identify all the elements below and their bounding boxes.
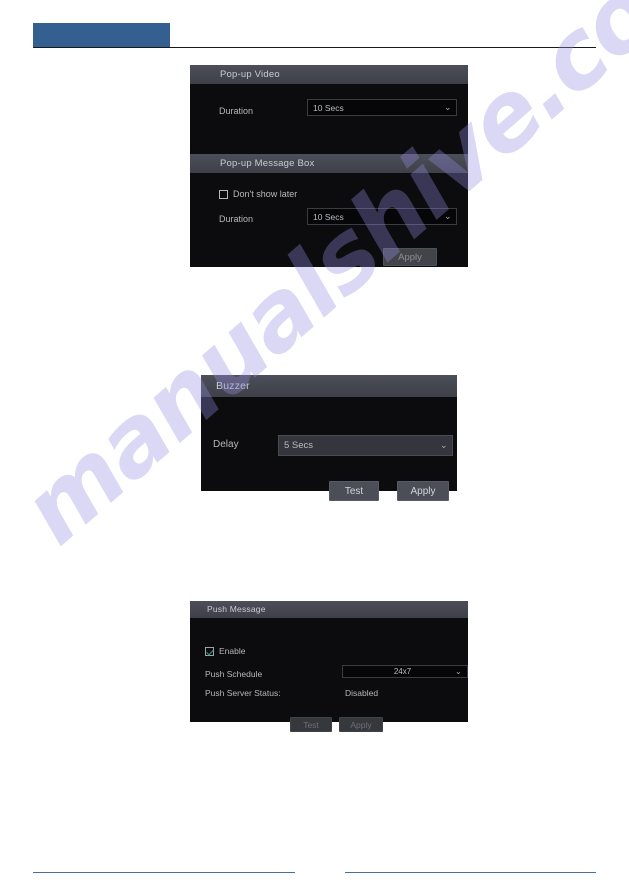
popup-message-box-section-body: Don't show later Duration 10 Secs ⌄ Appl… [190, 173, 468, 286]
chevron-down-icon: ⌄ [440, 439, 448, 450]
popup-video-section-title: Pop-up Video [190, 65, 468, 84]
push-schedule-select[interactable]: 24x7 ⌄ [342, 665, 468, 678]
push-server-status-label: Push Server Status: [205, 688, 281, 698]
dont-show-later-label: Don't show later [233, 189, 298, 199]
popup-message-duration-select[interactable]: 10 Secs ⌄ [307, 208, 457, 225]
buzzer-test-button[interactable]: Test [329, 481, 379, 501]
popup-settings-panel: Pop-up Video Duration 10 Secs ⌄ Pop-up M… [190, 65, 468, 267]
chevron-down-icon: ⌄ [455, 666, 462, 676]
push-message-panel: Push Message Enable Push Schedule 24x7 ⌄… [190, 601, 468, 732]
popup-message-duration-value: 10 Secs [313, 211, 344, 222]
push-schedule-label: Push Schedule [205, 669, 263, 679]
push-enable-checkbox-row[interactable]: Enable [205, 646, 245, 656]
buzzer-delay-select[interactable]: 5 Secs ⌄ [278, 435, 453, 456]
push-apply-button[interactable]: Apply [339, 717, 383, 732]
footer-divider-rule-right [345, 872, 596, 873]
dont-show-later-checkbox[interactable] [219, 189, 228, 199]
buzzer-delay-value: 5 Secs [284, 440, 314, 451]
push-message-section-title: Push Message [190, 601, 468, 618]
push-message-section-body: Enable Push Schedule 24x7 ⌄ Push Server … [190, 618, 468, 732]
buzzer-delay-label: Delay [213, 439, 239, 450]
push-enable-checkbox[interactable] [205, 646, 214, 656]
buzzer-section-title: Buzzer [201, 375, 457, 397]
popup-video-duration-select[interactable]: 10 Secs ⌄ [307, 99, 457, 116]
popup-video-duration-label: Duration [219, 106, 254, 116]
chevron-down-icon: ⌄ [444, 101, 452, 112]
popup-video-section-body: Duration 10 Secs ⌄ [190, 84, 468, 154]
push-server-status-value: Disabled [345, 688, 379, 698]
buzzer-panel: Buzzer Delay 5 Secs ⌄ Test Apply [201, 375, 457, 501]
footer-divider-rule-left [33, 872, 295, 873]
push-schedule-value: 24x7 [393, 667, 412, 676]
dont-show-later-checkbox-row[interactable]: Don't show later [219, 189, 297, 199]
header-divider-rule [33, 47, 596, 48]
popup-message-box-section-title: Pop-up Message Box [190, 154, 468, 173]
page-header-color-block [33, 23, 170, 48]
buzzer-section-body: Delay 5 Secs ⌄ Test Apply [201, 397, 457, 501]
push-enable-label: Enable [219, 646, 246, 656]
push-test-button[interactable]: Test [290, 717, 332, 732]
popup-video-duration-value: 10 Secs [313, 102, 344, 113]
popup-apply-button[interactable]: Apply [383, 248, 437, 266]
popup-message-duration-label: Duration [219, 214, 254, 224]
chevron-down-icon: ⌄ [444, 210, 452, 221]
buzzer-apply-button[interactable]: Apply [397, 481, 449, 501]
